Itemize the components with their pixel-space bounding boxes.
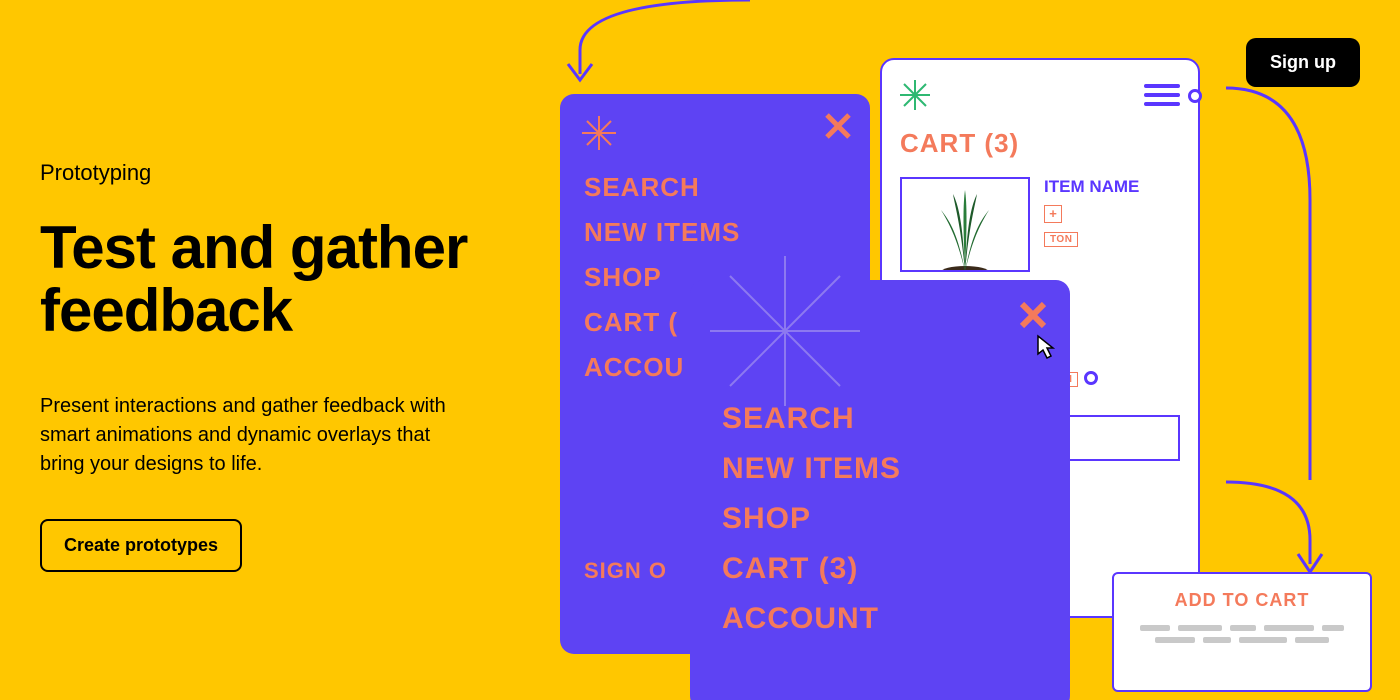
close-icon[interactable] bbox=[1018, 300, 1048, 330]
prototype-canvas: CART (3) ITEM NAME + TON bbox=[560, 0, 1400, 700]
prototype-node-icon bbox=[1084, 371, 1098, 385]
star-icon bbox=[710, 256, 860, 406]
skeleton-text bbox=[1132, 625, 1352, 643]
add-to-cart-card: ADD TO CART bbox=[1112, 572, 1372, 692]
add-to-cart-title: ADD TO CART bbox=[1132, 590, 1352, 611]
menu-item[interactable]: NEW ITEMS bbox=[584, 217, 846, 248]
cart-title: CART (3) bbox=[900, 128, 1180, 159]
prototype-node-icon bbox=[1188, 89, 1202, 103]
menu-item[interactable]: CART (3) bbox=[722, 552, 1038, 586]
menu-item[interactable]: SHOP bbox=[722, 502, 1038, 536]
body-text: Present interactions and gather feedback… bbox=[40, 392, 470, 479]
hamburger-icon[interactable] bbox=[1144, 84, 1180, 106]
star-icon bbox=[582, 116, 616, 150]
qty-plus-button[interactable]: + bbox=[1044, 205, 1062, 223]
menu-item[interactable]: SEARCH bbox=[722, 402, 1038, 436]
headline: Test and gather feedback bbox=[40, 216, 470, 342]
plant-icon bbox=[925, 186, 1005, 272]
cursor-icon bbox=[1034, 334, 1056, 360]
kicker: Prototyping bbox=[40, 160, 470, 186]
variant-chip[interactable]: TON bbox=[1044, 232, 1078, 247]
create-prototypes-button[interactable]: Create prototypes bbox=[40, 519, 242, 572]
close-icon[interactable] bbox=[824, 112, 852, 140]
menu-item[interactable]: SEARCH bbox=[584, 172, 846, 203]
cart-item: ITEM NAME + TON bbox=[900, 177, 1180, 272]
menu-frame-front: SEARCH NEW ITEMS SHOP CART (3) ACCOUNT bbox=[690, 280, 1070, 700]
item-thumbnail bbox=[900, 177, 1030, 272]
star-icon bbox=[900, 80, 930, 110]
menu-item[interactable]: ACCOUNT bbox=[722, 602, 1038, 636]
item-name: ITEM NAME bbox=[1044, 177, 1180, 197]
hero-copy: Prototyping Test and gather feedback Pre… bbox=[40, 160, 470, 572]
menu-item[interactable]: NEW ITEMS bbox=[722, 452, 1038, 486]
signout-item[interactable]: SIGN O bbox=[584, 558, 667, 584]
